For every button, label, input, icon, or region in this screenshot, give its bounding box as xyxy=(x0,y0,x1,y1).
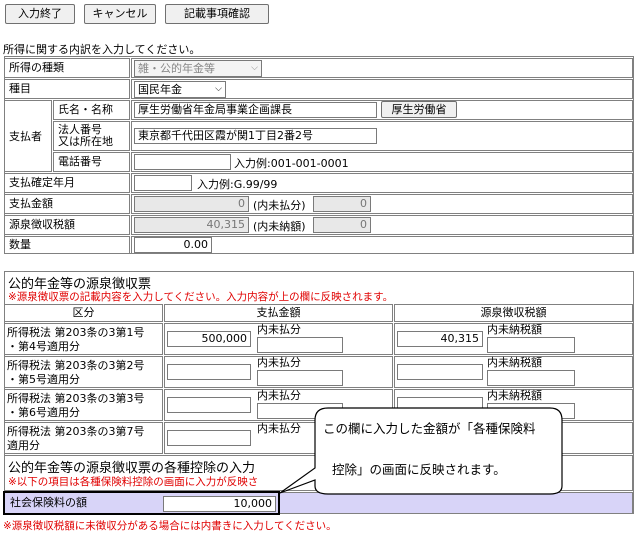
slip-row-2-unpaid-label: 内未払分 xyxy=(257,356,301,369)
slip-row-2-withholding-cell: 内未納税額 xyxy=(394,356,633,388)
slip-row-4-label: 所得税法 第203条の3第7号 適用分 xyxy=(4,422,163,454)
pay-date-example: 入力例:G.99/99 xyxy=(197,178,278,191)
withholding-input[interactable]: 40,315 xyxy=(134,217,249,233)
chevron-down-icon: ⌵ xyxy=(251,63,258,73)
name-label: 氏名・名称 xyxy=(53,100,130,120)
amount-input[interactable]: 0 xyxy=(134,196,249,212)
address-label: 又は所在地 xyxy=(58,135,113,148)
pay-date-label: 支払確定年月 xyxy=(4,173,130,193)
slip-row-3-amount-input[interactable] xyxy=(167,397,251,413)
phone-input[interactable] xyxy=(134,154,231,170)
slip-row-label-line: 所得税法 第203条の3第7号 xyxy=(7,425,145,438)
slip-row-label-line: 所得税法 第203条の3第2号 xyxy=(7,359,145,372)
address-cell: 東京都千代田区霞が関1丁目2番2号 xyxy=(131,121,633,151)
name-input[interactable]: 厚生労働省年金局事業企画課長 xyxy=(134,102,377,118)
slip-row-1-withholding-cell: 40,315 内未納税額 xyxy=(394,323,633,355)
slip-row-2-unpaid-input[interactable] xyxy=(257,370,343,386)
col-withholding: 源泉徴収税額 xyxy=(394,304,633,322)
finish-button[interactable]: 入力終了 xyxy=(5,4,75,24)
callout-line-1: この欄に入力した金額が「各種保険料 xyxy=(323,421,536,436)
payer-label: 支払者 xyxy=(4,100,52,172)
withholding-unpaid-label: (内未納額) xyxy=(253,220,306,233)
amount-cell: 0 (内未払分) 0 xyxy=(131,194,633,214)
chevron-down-icon: ⌵ xyxy=(215,84,222,94)
qty-input[interactable]: 0.00 xyxy=(134,237,212,253)
slip-row-4-amount-input[interactable] xyxy=(167,430,251,446)
amount-label: 支払金額 xyxy=(4,194,130,214)
slip-row-1-unpaid-label: 内未払分 xyxy=(257,323,301,336)
slip-row-1-unpaid-input[interactable] xyxy=(257,337,343,353)
slip-row-1-unpaid2-label: 内未納税額 xyxy=(487,323,542,336)
income-type-label: 所得の種類 xyxy=(4,58,130,78)
name-cell: 厚生労働省年金局事業企画課長 厚生労働省 xyxy=(131,100,633,120)
col-amount: 支払金額 xyxy=(164,304,393,322)
confirm-button[interactable]: 記載事項確認 xyxy=(165,4,269,24)
income-type-select[interactable]: 雑・公的年金等 ⌵ xyxy=(134,60,262,77)
slip-row-label-line: 所得税法 第203条の3第3号 xyxy=(7,392,145,405)
slip-row-3-label: 所得税法 第203条の3第3号 ・第6号適用分 xyxy=(4,389,163,421)
slip-row-1-label: 所得税法 第203条の3第1号 ・第4号適用分 xyxy=(4,323,163,355)
phone-cell: 入力例:001-001-0001 xyxy=(131,152,633,172)
slip-row-2-amount-input[interactable] xyxy=(167,364,251,380)
col-category: 区分 xyxy=(4,304,163,322)
phone-label: 電話番号 xyxy=(53,152,130,172)
social-insurance-input[interactable]: 10,000 xyxy=(163,496,276,512)
category-cell: 国民年金 ⌵ xyxy=(131,79,633,99)
intro-text: 所得に関する内訳を入力してください。 xyxy=(3,43,201,56)
amount-unpaid-label: (内未払分) xyxy=(253,199,306,212)
address-input[interactable]: 東京都千代田区霞が関1丁目2番2号 xyxy=(134,128,377,144)
slip-row-label-line: ・第6号適用分 xyxy=(7,406,80,419)
qty-cell: 0.00 xyxy=(131,236,633,254)
slip-row-2-amount-cell: 内未払分 xyxy=(164,356,393,388)
mhlw-button[interactable]: 厚生労働省 xyxy=(381,101,457,118)
callout-bubble xyxy=(279,407,563,495)
pay-date-input[interactable] xyxy=(134,175,192,191)
income-type-cell: 雑・公的年金等 ⌵ xyxy=(131,58,633,78)
qty-label: 数量 xyxy=(4,236,130,254)
amount-unpaid-input[interactable]: 0 xyxy=(313,196,371,212)
callout-line-2: 控除」の画面に反映されます。 xyxy=(332,462,506,477)
withholding-label: 源泉徴収税額 xyxy=(4,215,130,235)
withholding-cell: 40,315 (内未納額) 0 xyxy=(131,215,633,235)
slip-note: ※源泉徴収票の記載内容を入力してください。入力内容が上の欄に反映されます。 xyxy=(8,291,394,303)
income-type-value: 雑・公的年金等 xyxy=(138,62,215,75)
slip-row-label-line: ・第5号適用分 xyxy=(7,373,80,386)
bottom-note: ※源泉徴収税額に未徴収分がある場合には内書きに入力してください。 xyxy=(3,520,337,532)
slip-row-1-unpaid2-input[interactable] xyxy=(487,337,575,353)
slip-row-label-line: ・第4号適用分 xyxy=(7,340,80,353)
slip-row-2-label: 所得税法 第203条の3第2号 ・第5号適用分 xyxy=(4,356,163,388)
corp-label: 法人番号 又は所在地 xyxy=(53,121,130,151)
category-select[interactable]: 国民年金 ⌵ xyxy=(134,81,226,98)
slip-row-1-withholding-input[interactable]: 40,315 xyxy=(397,331,483,347)
phone-example: 入力例:001-001-0001 xyxy=(234,157,349,170)
pay-date-cell: 入力例:G.99/99 xyxy=(131,173,633,193)
slip-row-1-amount-cell: 500,000 内未払分 xyxy=(164,323,393,355)
slip-row-2-unpaid2-label: 内未納税額 xyxy=(487,356,542,369)
category-value: 国民年金 xyxy=(138,83,182,96)
slip-row-2-unpaid2-input[interactable] xyxy=(487,370,575,386)
deduction-note: ※以下の項目は各種保険料控除の画面に入力が反映さ xyxy=(8,476,259,488)
slip-row-2-withholding-input[interactable] xyxy=(397,364,483,380)
cancel-button[interactable]: キャンセル xyxy=(84,4,156,24)
slip-row-label-line: 適用分 xyxy=(7,439,40,452)
withholding-unpaid-input[interactable]: 0 xyxy=(313,217,371,233)
category-label: 種目 xyxy=(4,79,130,99)
slip-row-label-line: 所得税法 第203条の3第1号 xyxy=(7,326,145,339)
slip-row-1-amount-input[interactable]: 500,000 xyxy=(167,331,251,347)
